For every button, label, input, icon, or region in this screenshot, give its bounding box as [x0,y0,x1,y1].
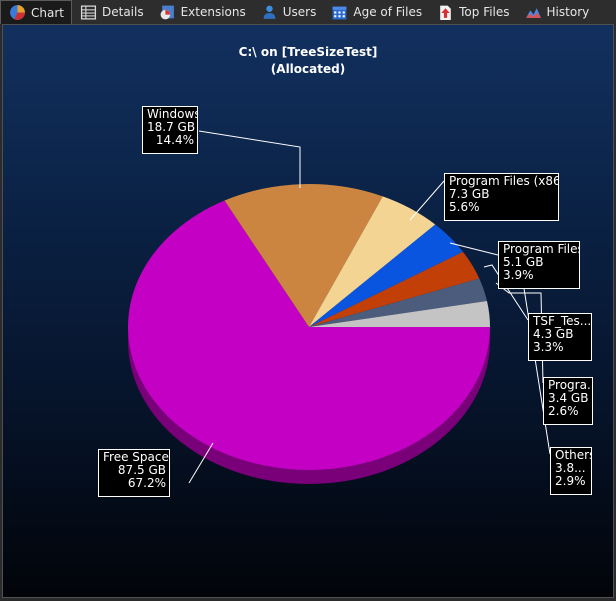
chart-panel: C:\ on [TreeSizeTest] (Allocated) Free S… [2,24,614,598]
tab-extensions[interactable]: Extensions [151,0,253,24]
extensions-icon [160,5,174,19]
tab-top-files-label: Top Files [459,5,510,19]
table-icon [80,4,97,20]
slice-callout: Program Files (x86) 7.3 GB 5.6% [444,173,559,221]
pie-chart-icon [10,5,25,20]
users-icon [263,5,276,19]
treesize-window: Chart Details Extensions Users Age of Fi… [0,0,616,601]
tab-details[interactable]: Details [72,0,151,24]
tab-details-label: Details [101,5,144,19]
tab-history-label: History [546,5,590,19]
slice-callout: Free Space 87.5 GB 67.2% [98,449,170,497]
tab-chart[interactable]: Chart [0,0,72,24]
slice-callout: Others 3.8... 2.9% [550,447,592,495]
tab-users-label: Users [282,5,317,19]
callout-leader-line [198,130,301,188]
tab-users[interactable]: Users [253,0,324,24]
tab-top-files[interactable]: Top Files [429,0,516,24]
view-tab-bar: Chart Details Extensions Users Age of Fi… [0,0,616,24]
slice-percent: 5.6% [449,200,480,214]
tab-extensions-label: Extensions [180,5,246,19]
slice-percent: 3.3% [533,340,564,354]
slice-callout: Progra...3.4 GB2.6% [543,377,593,425]
slice-callout: Windows 18.7 GB 14.4% [142,106,198,154]
callout-leader-line [507,277,551,455]
slice-callout: TSF_Tes... 4.3 GB 3.3% [528,313,592,361]
tab-history[interactable]: History [517,0,597,24]
tab-age-of-files[interactable]: Age of Files [323,0,429,24]
slice-percent: 14.4% [155,133,194,147]
tab-age-of-files-label: Age of Files [353,5,423,19]
top-files-icon [440,5,451,20]
calendar-icon [332,6,347,19]
tab-chart-label: Chart [31,5,64,20]
slice-percent: 2.6% [548,404,579,418]
slice-percent: 2.9% [555,474,586,488]
callout-leader-line [409,180,445,221]
pie-chart [127,130,551,484]
slice-callout: Program Files 5.1 GB 3.9% [498,241,580,289]
slice-percent: 67.2% [127,476,166,490]
slice-percent: 3.9% [503,268,534,282]
history-icon [525,7,541,18]
